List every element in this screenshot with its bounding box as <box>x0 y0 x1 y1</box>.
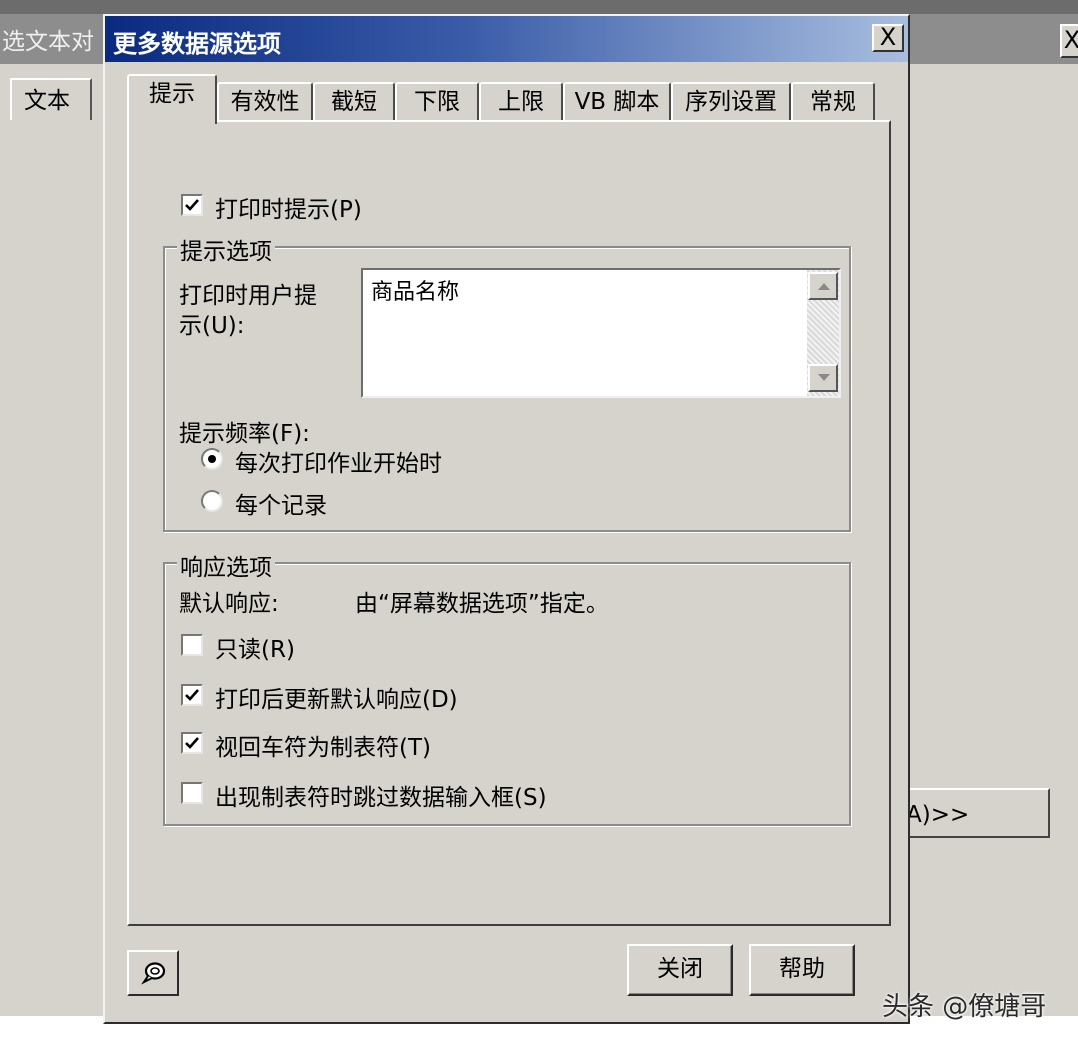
enter-as-tab-checkbox[interactable] <box>181 732 203 754</box>
skip-on-tab-label: 出现制表符时跳过数据输入框(S) <box>215 785 547 811</box>
scroll-up-button[interactable] <box>808 272 838 300</box>
radio-selected-dot <box>208 455 216 463</box>
background-close-button[interactable]: X <box>1060 24 1078 58</box>
arrow-down-icon <box>818 374 830 381</box>
arrow-up-icon <box>818 283 830 290</box>
prompt-frequency-label: 提示频率(F): <box>179 421 310 447</box>
response-options-title: 响应选项 <box>177 548 275 582</box>
prompt-on-print-checkbox[interactable] <box>181 194 203 216</box>
read-only-label: 只读(R) <box>215 637 295 663</box>
prompt-on-print-label: 打印时提示(P) <box>215 197 362 223</box>
update-default-checkbox[interactable] <box>181 684 203 706</box>
checkmark-icon <box>185 689 199 701</box>
prompt-options-title: 提示选项 <box>177 232 275 266</box>
frequency-each-record-label: 每个记录 <box>235 493 327 519</box>
read-only-checkbox[interactable] <box>181 634 203 656</box>
textarea-scrollbar[interactable] <box>807 270 839 396</box>
enter-as-tab-label: 视回车符为制表符(T) <box>215 735 431 761</box>
user-prompt-label-line1: 打印时用户提 <box>179 283 317 309</box>
update-default-label: 打印后更新默认响应(D) <box>215 687 458 713</box>
background-top-strip <box>0 0 1078 14</box>
more-datasource-options-dialog: 更多数据源选项 X 提示 有效性 截短 下限 上限 VB 脚本 序列设置 常规 … <box>103 14 910 1024</box>
user-prompt-textarea[interactable]: 商品名称 <box>361 268 841 398</box>
background-window-title: 选文本对 <box>2 29 94 55</box>
default-response-value: 由“屏幕数据选项”指定。 <box>355 591 609 617</box>
checkmark-icon <box>185 737 199 749</box>
scroll-down-button[interactable] <box>808 364 838 392</box>
skip-on-tab-checkbox[interactable] <box>181 782 203 804</box>
checkmark-icon <box>185 199 199 211</box>
background-tab-text[interactable]: 文本 <box>10 78 92 120</box>
default-response-label: 默认响应: <box>179 591 279 617</box>
user-prompt-label-line2: 示(U): <box>179 313 245 339</box>
frequency-each-record-radio[interactable] <box>201 490 223 512</box>
frequency-each-job-radio[interactable] <box>201 448 223 470</box>
frequency-each-job-label: 每次打印作业开始时 <box>235 451 442 477</box>
user-prompt-value: 商品名称 <box>371 280 460 305</box>
